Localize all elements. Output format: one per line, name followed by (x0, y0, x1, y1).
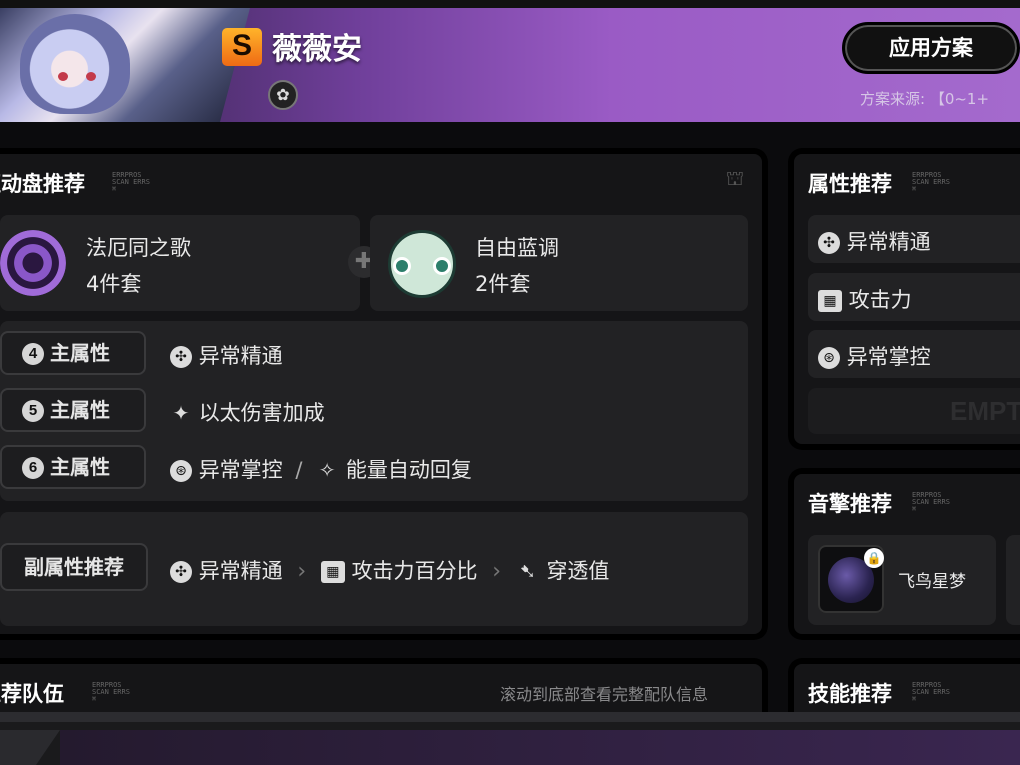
attribute-row: ▦ 攻击力 (818, 284, 912, 314)
team-hint: 滚动到底部查看完整配队信息 (500, 685, 709, 704)
deco-tag: ERRPROS SCAN ERRS ⌘ (912, 171, 950, 193)
collapse-icon[interactable]: ⛫ (722, 166, 748, 190)
empty-label: EMPTY (950, 396, 1020, 426)
anomaly-proficiency-icon: ✣ (170, 346, 192, 368)
slot-number: 5 (22, 400, 44, 422)
drive-disc-title: 驱动盘推荐 (0, 172, 85, 196)
set-icon-phaethon (0, 230, 66, 296)
main-stat-value-2: 能量自动回复 (345, 458, 472, 482)
chevron-right-icon: › (297, 559, 307, 584)
sub-stat-value: 攻击力百分比 (351, 559, 478, 583)
sub-stat-value: 异常精通 (198, 559, 283, 583)
attribute-title: 属性推荐 (808, 172, 892, 196)
set-icon-freedom-blues (388, 230, 456, 298)
energy-regen-icon: ✧ (318, 458, 336, 482)
penetration-icon: ➷ (519, 559, 537, 583)
attribute-label: 异常掌控 (846, 345, 931, 369)
set-name: 法厄同之歌 (86, 236, 191, 260)
set-count: 2件套 (475, 272, 531, 296)
rank-badge: S (222, 28, 262, 66)
main-stat-badge-4: 4 主属性 (0, 331, 146, 375)
attack-icon: ▦ (818, 290, 842, 312)
sub-stat-row: ✣ 异常精通 › ▦ 攻击力百分比 › ➷ 穿透值 (170, 555, 609, 585)
wengine-card-next[interactable] (1006, 535, 1020, 625)
deco-tag: ERRPROS SCAN ERRS ⌘ (112, 171, 150, 193)
sub-stat-label: 副属性推荐 (24, 555, 124, 579)
plan-source-label: 方案来源: 【0~1+ (860, 90, 990, 108)
attack-icon: ▦ (320, 561, 345, 583)
deco-tag: ERRPROS SCAN ERRS ⌘ (912, 491, 950, 513)
separator: / (295, 458, 303, 482)
chevron-right-icon: › (492, 559, 502, 584)
main-stat-label: 主属性 (50, 341, 110, 365)
sub-stat-value: 穿透值 (546, 559, 610, 583)
anomaly-mastery-icon: ⊛ (818, 347, 840, 369)
set-count: 4件套 (86, 272, 142, 296)
set-name: 自由蓝调 (475, 236, 559, 260)
main-stat-row-4: ✣ 异常精通 (170, 340, 283, 370)
apply-plan-button[interactable]: 应用方案 (842, 22, 1020, 74)
team-title: 推荐队伍 (0, 682, 64, 706)
skill-title: 技能推荐 (808, 682, 892, 706)
main-stat-badge-5: 5 主属性 (0, 388, 146, 432)
slot-number: 6 (22, 457, 44, 479)
main-stat-value: 异常掌控 (198, 458, 283, 482)
anomaly-proficiency-icon: ✣ (170, 561, 192, 583)
attribute-row: ✣ 异常精通 (818, 226, 931, 256)
wengine-name: 飞鸟星梦 (898, 572, 966, 592)
character-header: S 薇薇安 ✿ 应用方案 方案来源: 【0~1+ (0, 0, 1020, 122)
character-name: 薇薇安 (272, 32, 362, 67)
main-stat-row-6: ⊛ 异常掌控 / ✧ 能量自动回复 (170, 454, 472, 484)
main-stat-label: 主属性 (50, 455, 110, 479)
main-stat-row-5: ✦ 以太伤害加成 (170, 397, 325, 427)
anomaly-proficiency-icon: ✣ (818, 232, 840, 254)
main-stat-label: 主属性 (50, 398, 110, 422)
main-stat-badge-6: 6 主属性 (0, 445, 146, 489)
attribute-label: 异常精通 (846, 230, 931, 254)
sub-stat-badge: 副属性推荐 (0, 543, 148, 591)
lock-icon: 🔒 (864, 548, 884, 568)
slot-number: 4 (22, 343, 44, 365)
faction-icon: ✿ (268, 80, 298, 110)
main-stat-value: 以太伤害加成 (198, 401, 325, 425)
attribute-label: 攻击力 (848, 288, 912, 312)
character-portrait (0, 8, 250, 122)
bottom-bar (0, 712, 1020, 765)
deco-tag: ERRPROS SCAN ERRS ⌘ (92, 681, 130, 703)
attribute-row: ⊛ 异常掌控 (818, 341, 931, 371)
main-stat-value: 异常精通 (198, 344, 283, 368)
ether-damage-icon: ✦ (172, 401, 190, 425)
anomaly-mastery-icon: ⊛ (170, 460, 192, 482)
deco-tag: ERRPROS SCAN ERRS ⌘ (912, 681, 950, 703)
wengine-title: 音擎推荐 (808, 492, 892, 516)
